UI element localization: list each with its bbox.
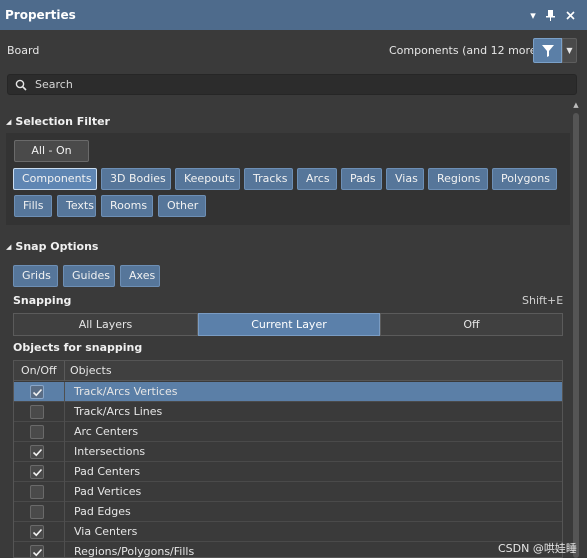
snap-mode-all-layers[interactable]: All Layers [13,313,198,336]
snap-guides-button[interactable]: Guides [63,265,115,287]
close-icon[interactable] [563,8,577,22]
snap-checkbox[interactable] [30,485,44,499]
checkmark-icon [32,528,43,537]
filter-polygons-button[interactable]: Polygons [492,168,557,190]
filter-vias-button[interactable]: Vias [386,168,424,190]
column-separator [64,482,65,502]
column-separator [64,382,65,402]
filter-components-button[interactable]: Components [13,168,97,190]
filter-3d-bodies-button[interactable]: 3D Bodies [101,168,171,190]
snap-options-title: Snap Options [15,240,99,253]
snap-mode-current-layer[interactable]: Current Layer [198,313,380,336]
column-header-objects[interactable]: Objects [70,364,112,377]
properties-panel: Properties ▾ Board Components (and 12 mo… [0,0,587,558]
snap-object-label: Track/Arcs Vertices [74,385,178,398]
board-label: Board [7,44,40,57]
table-row[interactable]: Track/Arcs Lines [14,402,562,422]
snap-object-label: Arc Centers [74,425,139,438]
table-row[interactable]: Pad Centers [14,462,562,482]
column-separator [64,522,65,542]
table-row[interactable]: Pad Edges [14,502,562,522]
snap-grids-button[interactable]: Grids [13,265,58,287]
objects-for-snapping-label: Objects for snapping [13,341,143,354]
table-row[interactable]: Intersections [14,442,562,462]
panel-title: Properties [5,8,76,22]
column-separator [64,402,65,422]
snap-checkbox[interactable] [30,505,44,519]
collapse-triangle-icon: ◢ [6,243,12,251]
filter-other-button[interactable]: Other [158,195,206,217]
table-header: On/Off Objects [14,361,562,381]
filter-fills-button[interactable]: Fills [14,195,52,217]
checkmark-icon [32,448,43,457]
checkmark-icon [32,468,43,477]
objects-table: On/Off Objects Track/Arcs Vertices Track/… [13,360,563,558]
filter-pads-button[interactable]: Pads [341,168,382,190]
pin-icon[interactable] [543,8,557,22]
filter-arcs-button[interactable]: Arcs [297,168,337,190]
snap-object-label: Pad Centers [74,465,141,478]
column-separator [64,502,65,522]
snap-options-header[interactable]: ◢ Snap Options [6,240,98,253]
filter-icon [541,44,554,57]
snap-object-label: Pad Edges [74,505,131,518]
snapping-shortcut: Shift+E [522,294,564,307]
table-row[interactable]: Regions/Polygons/Fills [14,542,562,558]
snap-object-label: Pad Vertices [74,485,142,498]
filter-summary: Components (and 12 more) [389,44,541,57]
snap-checkbox[interactable] [30,385,44,399]
filter-button[interactable] [533,38,562,63]
snapping-label: Snapping [13,294,72,307]
search-input[interactable] [33,76,563,93]
collapse-triangle-icon: ◢ [6,118,12,126]
filter-texts-button[interactable]: Texts [57,195,96,217]
scrollbar-thumb[interactable] [573,113,579,558]
column-header-onoff[interactable]: On/Off [21,364,57,377]
snap-checkbox[interactable] [30,525,44,539]
table-row[interactable]: Via Centers [14,522,562,542]
search-icon [15,79,27,91]
filter-tracks-button[interactable]: Tracks [244,168,293,190]
column-separator [64,422,65,442]
selection-filter-header[interactable]: ◢ Selection Filter [6,115,110,128]
snap-object-label: Intersections [74,445,146,458]
snap-checkbox[interactable] [30,425,44,439]
checkmark-icon [32,548,43,557]
scroll-up-arrow[interactable]: ▲ [572,101,580,109]
snap-checkbox[interactable] [30,465,44,479]
all-on-button[interactable]: All - On [14,140,89,162]
search-box[interactable] [7,74,577,95]
snap-object-label: Regions/Polygons/Fills [74,545,195,558]
filter-dropdown-button[interactable]: ▼ [562,38,577,63]
column-separator [64,542,65,557]
snap-checkbox[interactable] [30,445,44,459]
filter-regions-button[interactable]: Regions [428,168,488,190]
watermark-text: CSDN @哄娃睡觉 [498,542,577,555]
column-separator [64,442,65,462]
snap-checkbox[interactable] [30,405,44,419]
snap-checkbox[interactable] [30,545,44,557]
snap-axes-button[interactable]: Axes [120,265,160,287]
menu-dropdown-icon[interactable]: ▾ [526,8,540,22]
filter-keepouts-button[interactable]: Keepouts [175,168,240,190]
column-separator [64,361,65,381]
table-row[interactable]: Pad Vertices [14,482,562,502]
checkmark-icon [32,388,43,397]
chevron-down-icon: ▼ [566,46,573,55]
selection-filter-title: Selection Filter [15,115,110,128]
snap-object-label: Via Centers [74,525,138,538]
table-row[interactable]: Track/Arcs Vertices [14,382,562,402]
snap-mode-off[interactable]: Off [380,313,563,336]
table-row[interactable]: Arc Centers [14,422,562,442]
snap-object-label: Track/Arcs Lines [74,405,163,418]
column-separator [64,462,65,482]
filter-rooms-button[interactable]: Rooms [101,195,153,217]
panel-titlebar: Properties ▾ [0,0,587,30]
